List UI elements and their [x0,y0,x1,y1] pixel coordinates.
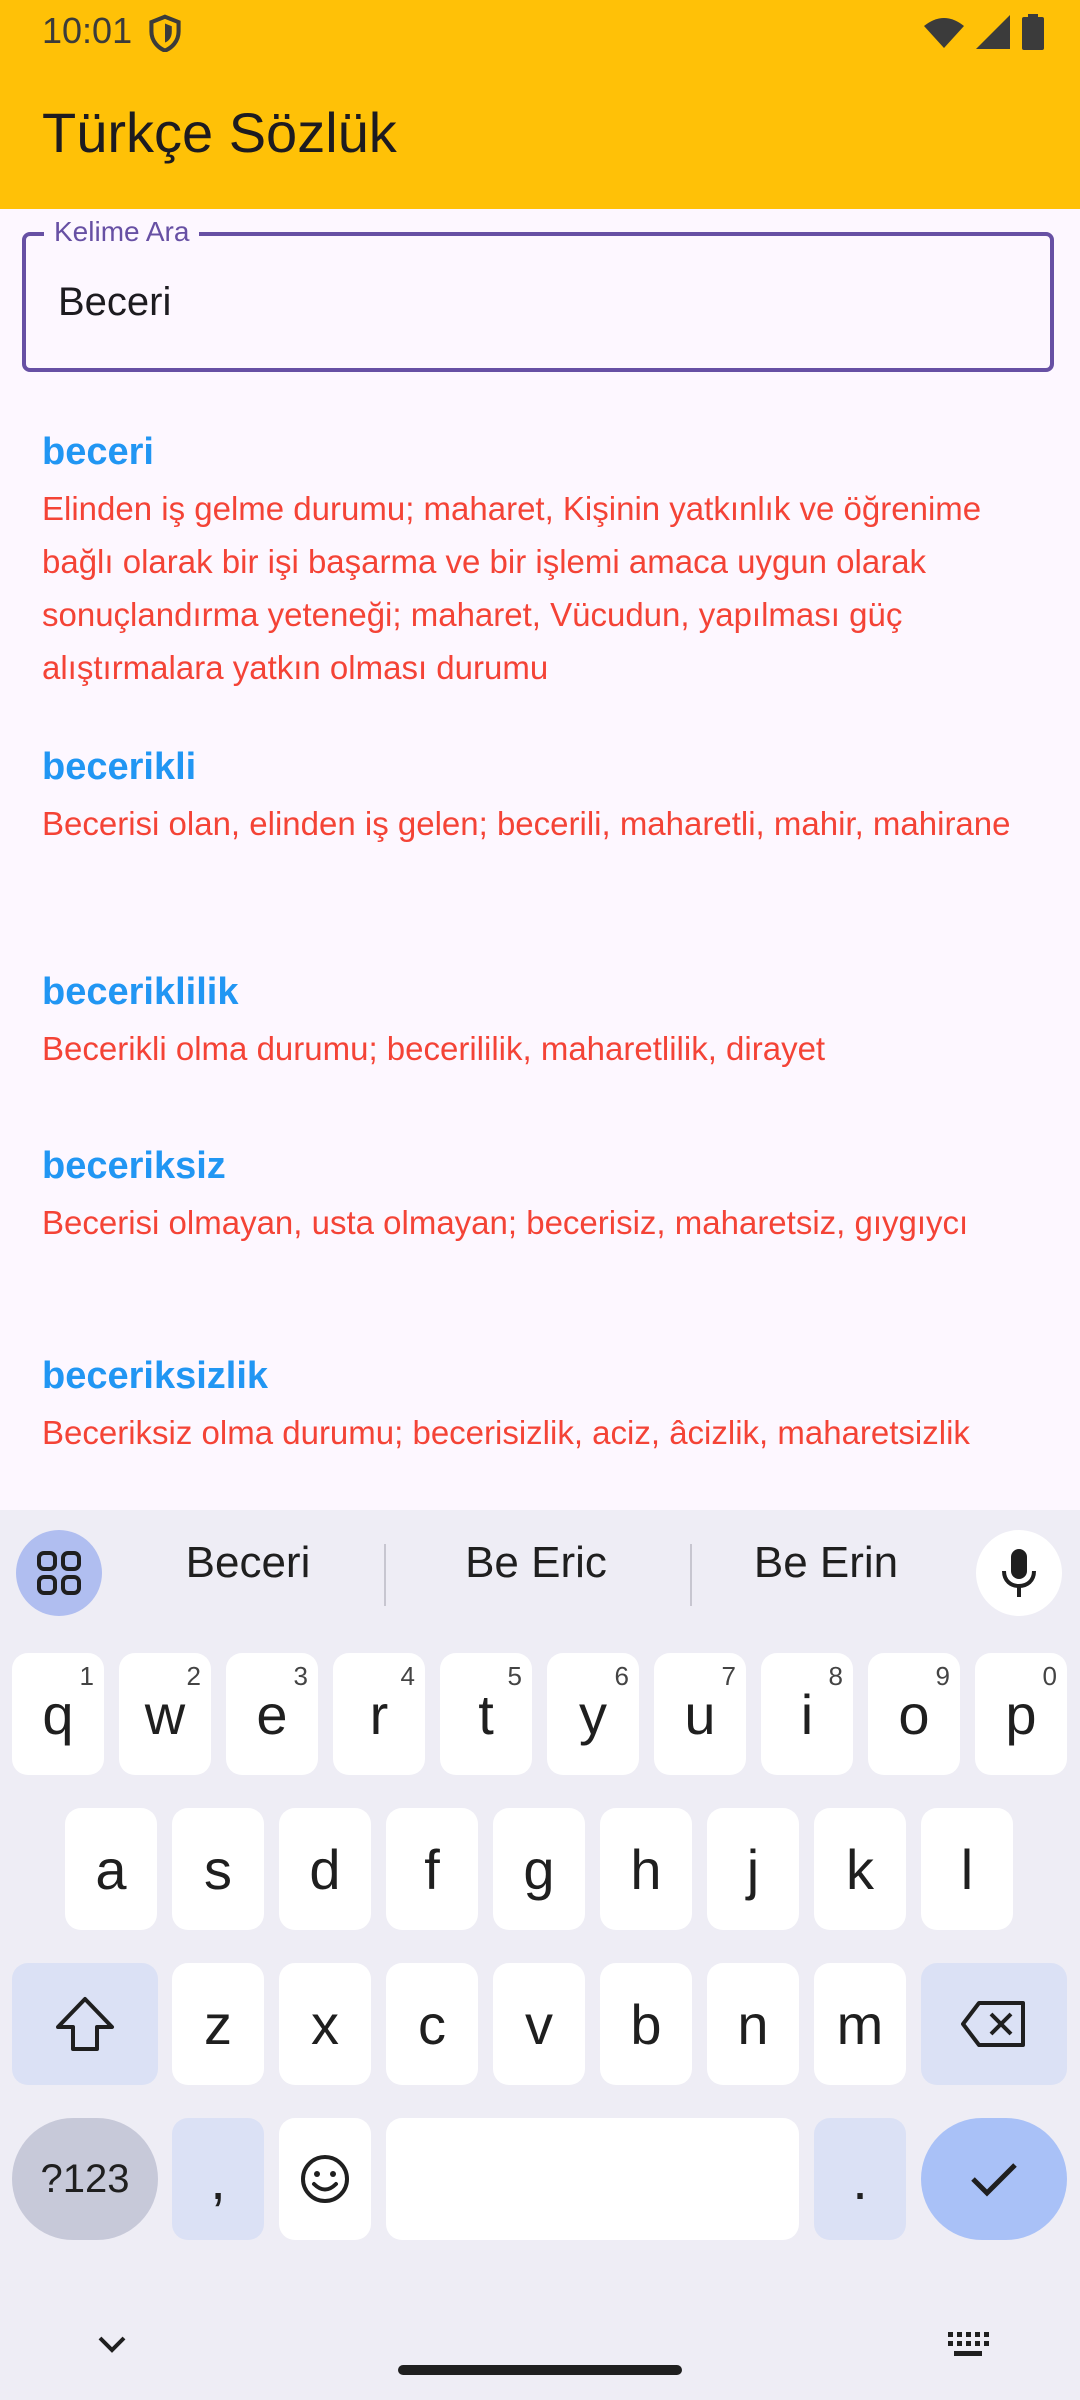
backspace-key[interactable] [921,1963,1067,2085]
key-d[interactable]: d [279,1808,371,1930]
entry-word: beceriklilik [42,971,239,1013]
status-icons [924,12,1044,52]
key-w[interactable]: w2 [119,1653,211,1775]
shield-icon [149,14,181,52]
signal-icon [976,15,1010,49]
key-j[interactable]: j [707,1808,799,1930]
search-input-label: Kelime Ara [44,216,200,248]
suggestion-divider [384,1544,386,1606]
soft-keyboard: Beceri Be Eric Be Erin q1 w2 e3 r4 t5 y6… [0,1510,1080,2400]
entry-word: becerikli [42,746,197,788]
emoji-icon [301,2155,349,2203]
list-item[interactable]: beceri Elinden iş gelme durumu; maharet,… [42,426,1032,694]
period-key[interactable]: . [814,2118,906,2240]
enter-key[interactable] [921,2118,1067,2240]
key-l[interactable]: l [921,1808,1013,1930]
battery-icon [1022,14,1044,50]
entry-word: beceri [42,431,154,473]
key-s[interactable]: s [172,1808,264,1930]
search-input-value[interactable]: Beceri [58,280,171,325]
comma-key[interactable]: , [172,2118,264,2240]
list-item[interactable]: beceriklilik Becerikli olma durumu; bece… [42,966,1032,1075]
checkmark-icon [971,2163,1017,2197]
app-title: Türkçe Sözlük [42,101,397,164]
status-time: 10:01 [42,10,133,51]
search-input[interactable]: Beceri [22,232,1054,372]
suggestion-3[interactable]: Be Erin [686,1538,966,1588]
app-bar: 10:01 Türkçe Sözlük [0,0,1080,209]
suggestion-1[interactable]: Beceri [108,1538,388,1588]
list-item[interactable]: beceriksizlik Beceriksiz olma durumu; be… [42,1350,1032,1459]
key-g[interactable]: g [493,1808,585,1930]
apps-grid-button[interactable] [16,1530,102,1616]
keyboard-icon[interactable] [946,2330,990,2360]
key-y[interactable]: y6 [547,1653,639,1775]
space-key[interactable] [386,2118,799,2240]
shift-key[interactable] [12,1963,158,2085]
backspace-icon [961,2001,1025,2047]
key-f[interactable]: f [386,1808,478,1930]
key-t[interactable]: t5 [440,1653,532,1775]
emoji-key[interactable] [279,2118,371,2240]
key-p[interactable]: p0 [975,1653,1067,1775]
entry-definition: Becerisi olan, elinden iş gelen; beceril… [42,805,1011,842]
microphone-button[interactable] [976,1530,1062,1616]
key-i[interactable]: i8 [761,1653,853,1775]
entry-definition: Beceriksiz olma durumu; becerisizlik, ac… [42,1414,970,1451]
shift-icon [56,1997,114,2051]
key-k[interactable]: k [814,1808,906,1930]
microphone-icon [1002,1549,1036,1597]
entry-word: beceriksizlik [42,1355,269,1397]
entry-definition: Becerisi olmayan, usta olmayan; becerisi… [42,1204,969,1241]
key-c[interactable]: c [386,1963,478,2085]
suggestion-2[interactable]: Be Eric [396,1538,676,1588]
home-indicator[interactable] [398,2365,682,2375]
chevron-down-icon[interactable] [94,2330,130,2360]
key-m[interactable]: m [814,1963,906,2085]
key-x[interactable]: x [279,1963,371,2085]
apps-grid-icon [37,1551,81,1595]
key-h[interactable]: h [600,1808,692,1930]
list-item[interactable]: beceriksiz Becerisi olmayan, usta olmaya… [42,1140,1032,1249]
entry-word: beceriksiz [42,1145,226,1187]
key-e[interactable]: e3 [226,1653,318,1775]
wifi-icon [924,18,964,48]
entry-definition: Elinden iş gelme durumu; maharet, Kişini… [42,490,982,686]
entry-definition: Becerikli olma durumu; becerililik, maha… [42,1030,826,1067]
suggestion-bar: Beceri Be Eric Be Erin [0,1510,1080,1630]
key-r[interactable]: r4 [333,1653,425,1775]
symbols-key[interactable]: ?123 [12,2118,158,2240]
key-n[interactable]: n [707,1963,799,2085]
key-q[interactable]: q1 [12,1653,104,1775]
key-z[interactable]: z [172,1963,264,2085]
key-b[interactable]: b [600,1963,692,2085]
key-v[interactable]: v [493,1963,585,2085]
list-item[interactable]: becerikli Becerisi olan, elinden iş gele… [42,741,1032,850]
key-a[interactable]: a [65,1808,157,1930]
key-u[interactable]: u7 [654,1653,746,1775]
key-o[interactable]: o9 [868,1653,960,1775]
results-list: beceri Elinden iş gelme durumu; maharet,… [0,400,1080,1510]
